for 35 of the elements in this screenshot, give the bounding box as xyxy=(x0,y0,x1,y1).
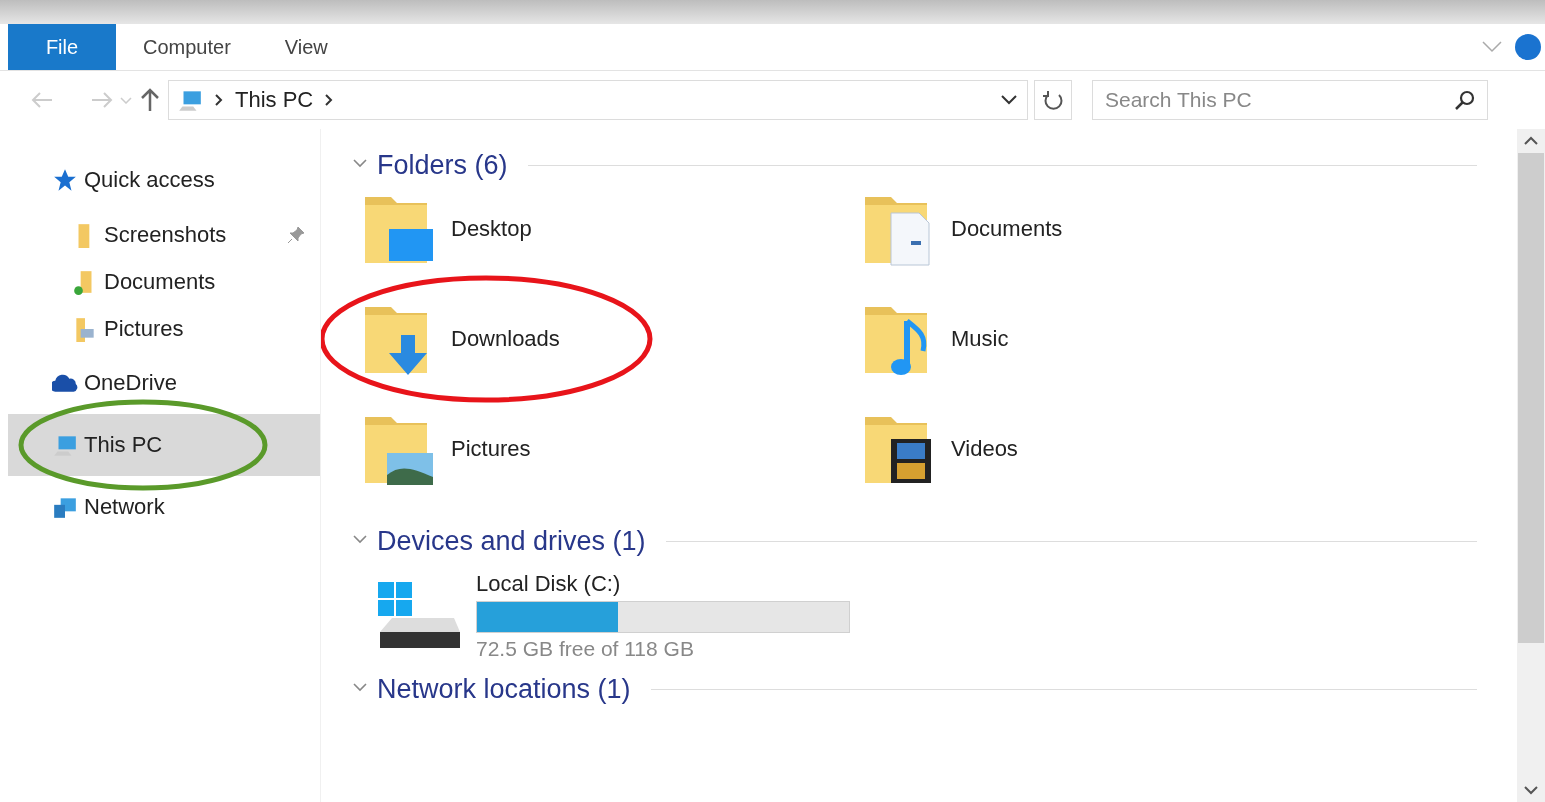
folder-item[interactable]: Desktop xyxy=(361,189,532,269)
ribbon-tab[interactable]: View xyxy=(257,24,355,70)
search-icon xyxy=(1454,89,1476,111)
nav-item[interactable]: Screenshots xyxy=(8,211,320,258)
refresh-button[interactable] xyxy=(1034,80,1072,120)
drive-name[interactable]: Local Disk (C:) xyxy=(476,571,850,597)
expand-icon xyxy=(1481,40,1503,54)
ribbon-tab[interactable]: Computer xyxy=(116,24,258,70)
nav-item[interactable]: OneDrive xyxy=(8,352,320,414)
breadcrumb[interactable]: This PC xyxy=(235,87,314,113)
scrollbar-thumb[interactable] xyxy=(1518,153,1544,643)
nav-item[interactable]: Documents xyxy=(8,258,320,305)
folder-item[interactable]: Pictures xyxy=(361,409,531,489)
section-heading: Devices and drives (1) xyxy=(377,525,646,557)
nav-item[interactable]: Network xyxy=(8,476,320,538)
chevron-icon xyxy=(213,93,225,107)
refresh-icon xyxy=(1042,89,1064,111)
help-icon[interactable] xyxy=(1515,34,1541,60)
section-heading: Folders (6) xyxy=(377,149,508,181)
ribbon-tab[interactable]: File xyxy=(8,24,116,70)
recent-icon xyxy=(120,96,132,104)
address-bar[interactable]: This PC xyxy=(168,80,1028,120)
search-field[interactable]: Search This PC xyxy=(1092,80,1488,120)
nav-item[interactable]: Quick access xyxy=(8,149,320,211)
scroll-up-icon xyxy=(1523,135,1539,147)
section-heading: Network locations (1) xyxy=(377,673,631,705)
folder-item[interactable]: Videos xyxy=(861,409,1018,489)
scroll-down-icon xyxy=(1523,784,1539,796)
star-icon xyxy=(52,167,78,193)
nav-item[interactable]: Pictures xyxy=(8,305,320,352)
free-space: 72.5 GB free of 118 GB xyxy=(476,637,695,661)
folder-item[interactable]: Documents xyxy=(861,189,1063,269)
nav-item[interactable]: This PC xyxy=(8,414,320,476)
folder-item[interactable]: Music xyxy=(861,299,1009,379)
dropdown-icon xyxy=(999,93,1019,107)
